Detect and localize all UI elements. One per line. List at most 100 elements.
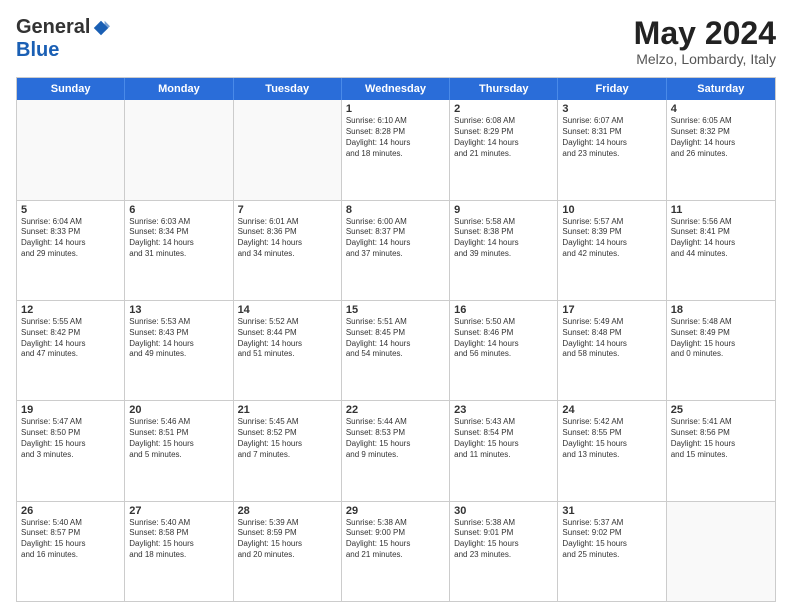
- cell-info: Sunrise: 6:05 AM Sunset: 8:32 PM Dayligh…: [671, 116, 771, 159]
- cell-info: Sunrise: 5:42 AM Sunset: 8:55 PM Dayligh…: [562, 417, 661, 460]
- cal-cell-empty: [667, 502, 775, 601]
- day-number: 31: [562, 505, 661, 517]
- calendar-body: 1Sunrise: 6:10 AM Sunset: 8:28 PM Daylig…: [17, 100, 775, 601]
- cell-info: Sunrise: 5:47 AM Sunset: 8:50 PM Dayligh…: [21, 417, 120, 460]
- cal-cell-day-20: 20Sunrise: 5:46 AM Sunset: 8:51 PM Dayli…: [125, 401, 233, 500]
- cell-info: Sunrise: 5:46 AM Sunset: 8:51 PM Dayligh…: [129, 417, 228, 460]
- cal-cell-empty: [17, 100, 125, 199]
- day-number: 20: [129, 404, 228, 416]
- header-saturday: Saturday: [667, 78, 775, 100]
- page: General Blue May 2024 Melzo, Lombardy, I…: [0, 0, 792, 612]
- cal-week-5: 26Sunrise: 5:40 AM Sunset: 8:57 PM Dayli…: [17, 501, 775, 601]
- cell-info: Sunrise: 5:41 AM Sunset: 8:56 PM Dayligh…: [671, 417, 771, 460]
- cal-cell-day-23: 23Sunrise: 5:43 AM Sunset: 8:54 PM Dayli…: [450, 401, 558, 500]
- day-number: 5: [21, 204, 120, 216]
- cell-info: Sunrise: 6:07 AM Sunset: 8:31 PM Dayligh…: [562, 116, 661, 159]
- day-number: 25: [671, 404, 771, 416]
- cal-cell-day-25: 25Sunrise: 5:41 AM Sunset: 8:56 PM Dayli…: [667, 401, 775, 500]
- day-number: 22: [346, 404, 445, 416]
- day-number: 26: [21, 505, 120, 517]
- cal-cell-day-10: 10Sunrise: 5:57 AM Sunset: 8:39 PM Dayli…: [558, 201, 666, 300]
- cal-cell-day-31: 31Sunrise: 5:37 AM Sunset: 9:02 PM Dayli…: [558, 502, 666, 601]
- location-title: Melzo, Lombardy, Italy: [634, 51, 776, 67]
- cell-info: Sunrise: 5:39 AM Sunset: 8:59 PM Dayligh…: [238, 518, 337, 561]
- cal-cell-empty: [234, 100, 342, 199]
- cal-cell-day-9: 9Sunrise: 5:58 AM Sunset: 8:38 PM Daylig…: [450, 201, 558, 300]
- day-number: 17: [562, 304, 661, 316]
- day-number: 9: [454, 204, 553, 216]
- day-number: 18: [671, 304, 771, 316]
- day-number: 3: [562, 103, 661, 115]
- cell-info: Sunrise: 6:04 AM Sunset: 8:33 PM Dayligh…: [21, 217, 120, 260]
- day-number: 14: [238, 304, 337, 316]
- cal-cell-day-5: 5Sunrise: 6:04 AM Sunset: 8:33 PM Daylig…: [17, 201, 125, 300]
- cal-cell-day-7: 7Sunrise: 6:01 AM Sunset: 8:36 PM Daylig…: [234, 201, 342, 300]
- day-number: 13: [129, 304, 228, 316]
- cell-info: Sunrise: 5:37 AM Sunset: 9:02 PM Dayligh…: [562, 518, 661, 561]
- title-section: May 2024 Melzo, Lombardy, Italy: [634, 16, 776, 67]
- day-number: 8: [346, 204, 445, 216]
- calendar: Sunday Monday Tuesday Wednesday Thursday…: [16, 77, 776, 602]
- cell-info: Sunrise: 5:53 AM Sunset: 8:43 PM Dayligh…: [129, 317, 228, 360]
- header-sunday: Sunday: [17, 78, 125, 100]
- day-number: 28: [238, 505, 337, 517]
- logo-blue: Blue: [16, 39, 59, 62]
- header-monday: Monday: [125, 78, 233, 100]
- day-number: 21: [238, 404, 337, 416]
- header: General Blue May 2024 Melzo, Lombardy, I…: [16, 16, 776, 67]
- cell-info: Sunrise: 5:45 AM Sunset: 8:52 PM Dayligh…: [238, 417, 337, 460]
- cal-cell-day-2: 2Sunrise: 6:08 AM Sunset: 8:29 PM Daylig…: [450, 100, 558, 199]
- day-number: 27: [129, 505, 228, 517]
- day-number: 19: [21, 404, 120, 416]
- day-number: 29: [346, 505, 445, 517]
- cal-cell-day-4: 4Sunrise: 6:05 AM Sunset: 8:32 PM Daylig…: [667, 100, 775, 199]
- cal-week-4: 19Sunrise: 5:47 AM Sunset: 8:50 PM Dayli…: [17, 400, 775, 500]
- cell-info: Sunrise: 6:03 AM Sunset: 8:34 PM Dayligh…: [129, 217, 228, 260]
- cell-info: Sunrise: 5:55 AM Sunset: 8:42 PM Dayligh…: [21, 317, 120, 360]
- day-number: 12: [21, 304, 120, 316]
- logo-icon: [92, 19, 110, 37]
- day-number: 2: [454, 103, 553, 115]
- day-number: 16: [454, 304, 553, 316]
- cal-cell-day-22: 22Sunrise: 5:44 AM Sunset: 8:53 PM Dayli…: [342, 401, 450, 500]
- cell-info: Sunrise: 5:50 AM Sunset: 8:46 PM Dayligh…: [454, 317, 553, 360]
- cal-cell-day-26: 26Sunrise: 5:40 AM Sunset: 8:57 PM Dayli…: [17, 502, 125, 601]
- header-wednesday: Wednesday: [342, 78, 450, 100]
- header-tuesday: Tuesday: [234, 78, 342, 100]
- cal-cell-day-24: 24Sunrise: 5:42 AM Sunset: 8:55 PM Dayli…: [558, 401, 666, 500]
- logo-general: General: [16, 16, 90, 39]
- day-number: 4: [671, 103, 771, 115]
- cell-info: Sunrise: 5:56 AM Sunset: 8:41 PM Dayligh…: [671, 217, 771, 260]
- day-number: 11: [671, 204, 771, 216]
- cell-info: Sunrise: 5:44 AM Sunset: 8:53 PM Dayligh…: [346, 417, 445, 460]
- cal-cell-day-12: 12Sunrise: 5:55 AM Sunset: 8:42 PM Dayli…: [17, 301, 125, 400]
- cal-cell-day-21: 21Sunrise: 5:45 AM Sunset: 8:52 PM Dayli…: [234, 401, 342, 500]
- cell-info: Sunrise: 5:51 AM Sunset: 8:45 PM Dayligh…: [346, 317, 445, 360]
- cal-cell-day-17: 17Sunrise: 5:49 AM Sunset: 8:48 PM Dayli…: [558, 301, 666, 400]
- calendar-header: Sunday Monday Tuesday Wednesday Thursday…: [17, 78, 775, 100]
- cal-cell-day-11: 11Sunrise: 5:56 AM Sunset: 8:41 PM Dayli…: [667, 201, 775, 300]
- cal-cell-day-3: 3Sunrise: 6:07 AM Sunset: 8:31 PM Daylig…: [558, 100, 666, 199]
- cal-cell-day-29: 29Sunrise: 5:38 AM Sunset: 9:00 PM Dayli…: [342, 502, 450, 601]
- cal-cell-day-14: 14Sunrise: 5:52 AM Sunset: 8:44 PM Dayli…: [234, 301, 342, 400]
- day-number: 7: [238, 204, 337, 216]
- cell-info: Sunrise: 5:49 AM Sunset: 8:48 PM Dayligh…: [562, 317, 661, 360]
- cell-info: Sunrise: 6:00 AM Sunset: 8:37 PM Dayligh…: [346, 217, 445, 260]
- cal-cell-day-15: 15Sunrise: 5:51 AM Sunset: 8:45 PM Dayli…: [342, 301, 450, 400]
- cell-info: Sunrise: 5:57 AM Sunset: 8:39 PM Dayligh…: [562, 217, 661, 260]
- day-number: 6: [129, 204, 228, 216]
- cell-info: Sunrise: 5:40 AM Sunset: 8:58 PM Dayligh…: [129, 518, 228, 561]
- day-number: 24: [562, 404, 661, 416]
- day-number: 1: [346, 103, 445, 115]
- cal-cell-day-6: 6Sunrise: 6:03 AM Sunset: 8:34 PM Daylig…: [125, 201, 233, 300]
- cal-cell-day-13: 13Sunrise: 5:53 AM Sunset: 8:43 PM Dayli…: [125, 301, 233, 400]
- cell-info: Sunrise: 5:52 AM Sunset: 8:44 PM Dayligh…: [238, 317, 337, 360]
- cell-info: Sunrise: 5:43 AM Sunset: 8:54 PM Dayligh…: [454, 417, 553, 460]
- cal-cell-day-28: 28Sunrise: 5:39 AM Sunset: 8:59 PM Dayli…: [234, 502, 342, 601]
- cal-cell-empty: [125, 100, 233, 199]
- cell-info: Sunrise: 6:01 AM Sunset: 8:36 PM Dayligh…: [238, 217, 337, 260]
- day-number: 15: [346, 304, 445, 316]
- cell-info: Sunrise: 5:38 AM Sunset: 9:00 PM Dayligh…: [346, 518, 445, 561]
- day-number: 30: [454, 505, 553, 517]
- cal-cell-day-27: 27Sunrise: 5:40 AM Sunset: 8:58 PM Dayli…: [125, 502, 233, 601]
